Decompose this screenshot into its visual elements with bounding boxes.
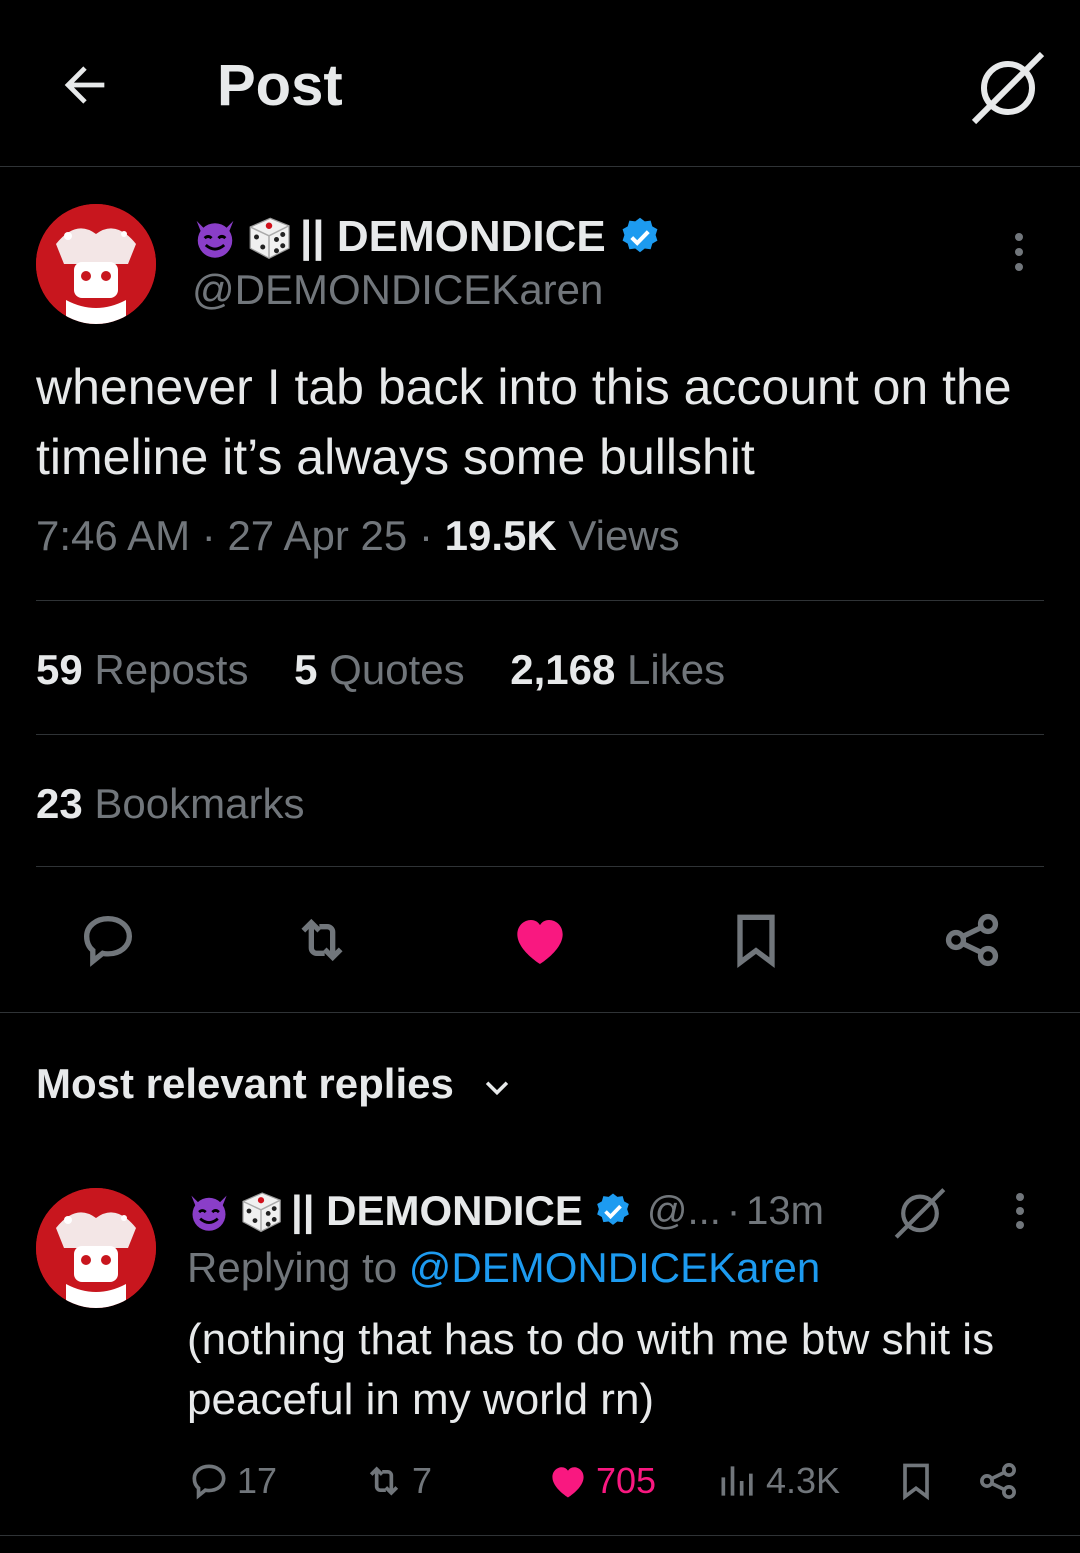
quotes-stat[interactable]: 5 Quotes [294, 646, 464, 693]
bookmark-icon [903, 1463, 929, 1501]
replying-prefix: Replying to [187, 1244, 398, 1291]
avatar[interactable] [36, 1188, 156, 1308]
chevron-down-icon[interactable] [480, 1070, 514, 1104]
reposts-stat[interactable]: 59 Reposts [36, 646, 248, 693]
grok-icon[interactable] [892, 1184, 948, 1240]
divider [36, 866, 1044, 867]
reply-icon [192, 1464, 226, 1500]
views-analytics-icon [721, 1466, 753, 1496]
replies-sort-label[interactable]: Most relevant replies [36, 1060, 454, 1108]
post-date[interactable]: 27 Apr 25 [227, 512, 407, 559]
verified-badge-icon [597, 1193, 629, 1225]
meta-separator: · [726, 1188, 741, 1233]
smiling-devil-emoji-icon [191, 1195, 227, 1231]
reply-repost-action[interactable]: 7 [362, 1456, 432, 1506]
reply-views-action[interactable]: 4.3K [716, 1456, 840, 1506]
grok-icon[interactable] [968, 46, 1048, 126]
views-count: 4.3K [766, 1460, 841, 1501]
author-handle[interactable]: @DEMONDICEKaren [192, 266, 603, 314]
reply-author-line: || DEMONDICE @... · 13m [187, 1184, 824, 1238]
reply-like-action[interactable]: 705 [546, 1456, 656, 1506]
meta-separator: · [418, 512, 433, 559]
repost-icon [369, 1466, 399, 1496]
views-count: 19.5K [444, 512, 557, 559]
reply-count: 17 [237, 1460, 278, 1501]
game-die-emoji-icon [249, 217, 290, 259]
author-name[interactable]: || DEMONDICE [300, 212, 606, 262]
reply-text: (nothing that has to do with me btw shit… [187, 1315, 995, 1424]
reply-bookmark-action[interactable] [894, 1456, 938, 1506]
post-meta: 7:46 AM · 27 Apr 25 · 19.5K Views [36, 512, 680, 560]
replying-to: Replying to @DEMONDICEKaren [187, 1244, 820, 1292]
likes-stat[interactable]: 2,168 Likes [510, 646, 725, 693]
verified-badge-icon [622, 217, 658, 253]
reply-reply-action[interactable]: 17 [187, 1456, 277, 1506]
reply-share-action[interactable] [976, 1456, 1020, 1506]
like-icon-filled[interactable] [508, 908, 572, 972]
back-arrow-icon[interactable] [56, 56, 114, 114]
share-icon[interactable] [940, 908, 1004, 972]
game-die-emoji-icon [242, 1192, 281, 1233]
divider [0, 1535, 1080, 1536]
post-text: whenever I tab back into this account on… [36, 359, 1012, 485]
repost-icon[interactable] [290, 908, 354, 972]
repost-count: 7 [412, 1460, 433, 1501]
views-label: Views [568, 512, 680, 559]
header-divider [0, 166, 1080, 167]
reply-icon[interactable] [76, 908, 140, 972]
replying-to-link[interactable]: @DEMONDICEKaren [409, 1244, 820, 1291]
like-count: 705 [596, 1460, 657, 1501]
divider [0, 1012, 1080, 1013]
reply-time[interactable]: 13m [746, 1189, 824, 1234]
share-icon [980, 1463, 1016, 1499]
post-time[interactable]: 7:46 AM [36, 512, 190, 559]
avatar[interactable] [36, 204, 156, 324]
bookmark-icon[interactable] [724, 908, 788, 972]
reply-handle[interactable]: @... [647, 1189, 721, 1234]
reply-author-name[interactable]: || DEMONDICE [291, 1187, 583, 1235]
more-options-icon[interactable] [1006, 1190, 1034, 1232]
like-icon-filled [552, 1467, 584, 1498]
meta-separator: · [201, 512, 216, 559]
divider [36, 600, 1044, 601]
smiling-devil-emoji-icon [196, 220, 234, 258]
divider [36, 734, 1044, 735]
engagement-stats: 59 Reposts 5 Quotes 2,168 Likes [36, 646, 725, 694]
bookmarks-stat[interactable]: 23 Bookmarks [36, 780, 304, 828]
more-options-icon[interactable] [1004, 230, 1034, 274]
page-title: Post [217, 53, 343, 118]
author-line: || DEMONDICE [192, 208, 662, 266]
